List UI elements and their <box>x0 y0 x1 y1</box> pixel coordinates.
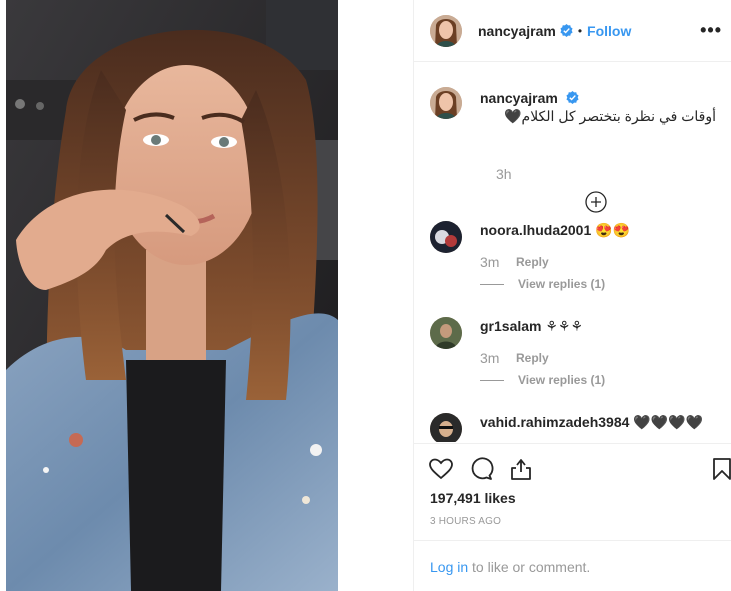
comment-timestamp[interactable]: 3m <box>480 350 499 366</box>
avatar-image <box>430 413 462 442</box>
comment-text-line: noora.lhuda2001 😍😍 <box>480 221 630 239</box>
caption-username[interactable]: nancyajram <box>480 90 558 106</box>
post-photo[interactable] <box>6 0 338 591</box>
avatar-image <box>430 317 462 349</box>
post-header: nancyajram • Follow ••• <box>414 0 731 62</box>
share-icon[interactable] <box>508 456 534 482</box>
author-avatar[interactable] <box>430 14 462 47</box>
comment-text-line: vahid.rahimzadeh3984 🖤🖤🖤🖤 <box>480 413 703 431</box>
login-prompt-text: to like or comment. <box>468 559 591 575</box>
view-replies-button[interactable]: View replies (1) <box>518 373 605 387</box>
comment-username[interactable]: noora.lhuda2001 <box>480 222 591 238</box>
comment-avatar[interactable] <box>430 413 462 442</box>
comment-text-line: gr1salam ⚘⚘⚘ <box>480 317 583 335</box>
separator-dot: • <box>577 23 583 38</box>
avatar-image <box>430 221 462 253</box>
comment-bubble-icon[interactable] <box>468 456 494 482</box>
instagram-post-page: nancyajram • Follow ••• nancyajram أوقات… <box>0 0 731 591</box>
comment-timestamp[interactable]: 3m <box>480 254 499 270</box>
reply-button[interactable]: Reply <box>516 255 549 269</box>
post-detail-panel: nancyajram • Follow ••• nancyajram أوقات… <box>413 0 731 591</box>
login-link[interactable]: Log in <box>430 559 468 575</box>
heart-icon[interactable] <box>428 456 454 482</box>
comment-body: 🖤🖤🖤🖤 <box>633 414 704 430</box>
bookmark-icon[interactable] <box>709 456 731 482</box>
caption-text-block: nancyajram أوقات في نظرة بتختصر كل الكلا… <box>480 89 716 125</box>
replies-divider <box>480 380 504 381</box>
replies-divider <box>480 284 504 285</box>
portrait-image <box>6 0 338 591</box>
comments-list[interactable]: nancyajram أوقات في نظرة بتختصر كل الكلا… <box>414 63 731 442</box>
comment-username[interactable]: vahid.rahimzadeh3984 <box>480 414 629 430</box>
plus-circle-icon[interactable] <box>585 191 607 213</box>
author-username[interactable]: nancyajram <box>478 23 556 39</box>
view-replies-button[interactable]: View replies (1) <box>518 277 605 291</box>
comment-body: 😍😍 <box>595 222 631 238</box>
post-timestamp[interactable]: 3 HOURS AGO <box>430 516 501 527</box>
more-options-icon[interactable]: ••• <box>700 20 722 41</box>
caption-timestamp[interactable]: 3h <box>496 166 512 182</box>
follow-button[interactable]: Follow <box>587 23 631 39</box>
verified-badge-icon <box>560 24 573 37</box>
comment-avatar[interactable] <box>430 221 462 253</box>
login-prompt: Log in to like or comment. <box>414 540 731 591</box>
comment-avatar[interactable] <box>430 317 462 349</box>
avatar-image <box>430 14 462 47</box>
likes-count[interactable]: 197,491 likes <box>430 490 516 506</box>
verified-badge-icon <box>566 91 579 104</box>
comment-body: ⚘⚘⚘ <box>545 318 584 334</box>
avatar-image <box>430 87 462 119</box>
post-actions-bar <box>414 443 731 495</box>
caption-body: أوقات في نظرة بتختصر كل الكلام🖤 <box>504 108 716 124</box>
caption-avatar[interactable] <box>430 87 462 119</box>
reply-button[interactable]: Reply <box>516 351 549 365</box>
comment-username[interactable]: gr1salam <box>480 318 541 334</box>
